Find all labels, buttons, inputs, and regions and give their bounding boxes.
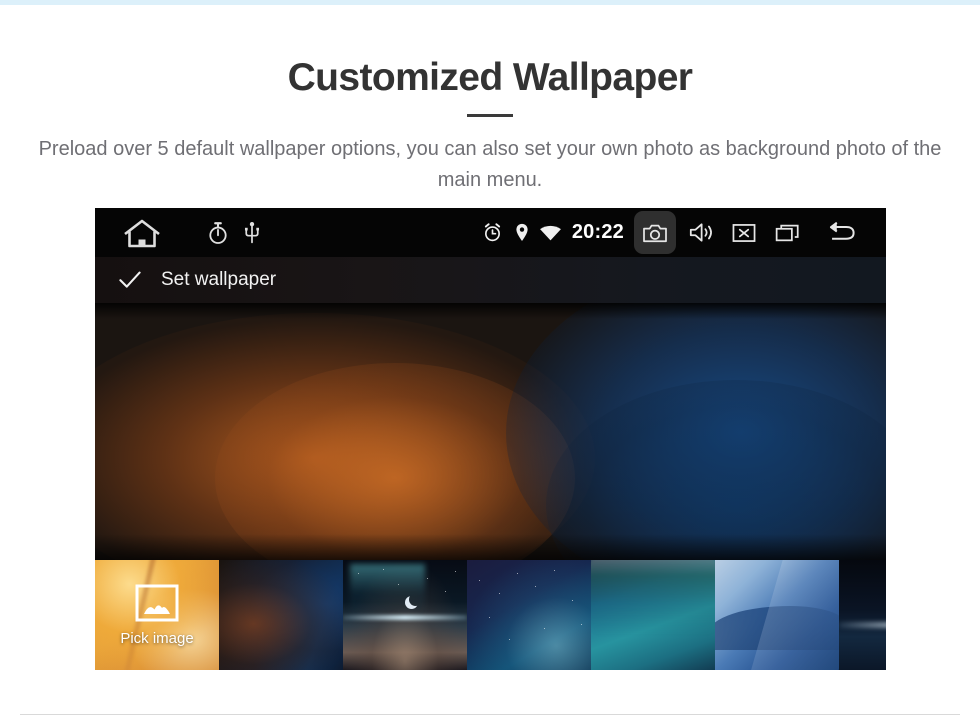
picture-icon bbox=[135, 584, 179, 622]
pick-image-tile[interactable]: Pick image bbox=[95, 560, 219, 670]
top-accent-bar bbox=[0, 0, 980, 5]
recents-icon[interactable] bbox=[766, 222, 810, 244]
wallpaper-thumb-3[interactable] bbox=[343, 560, 467, 670]
location-pin-icon bbox=[513, 222, 531, 243]
camera-icon[interactable] bbox=[634, 211, 676, 254]
wallpaper-thumb-5[interactable] bbox=[591, 560, 715, 670]
thumb-5-art bbox=[591, 560, 715, 670]
check-icon[interactable] bbox=[117, 267, 143, 293]
thumb-3-art bbox=[343, 560, 467, 670]
thumb-7-horizon bbox=[839, 621, 886, 628]
status-bar-right-group: 20:22 bbox=[481, 208, 886, 257]
set-wallpaper-label: Set wallpaper bbox=[161, 269, 277, 290]
thumb-3-stars bbox=[343, 560, 467, 670]
thumb-7-art bbox=[839, 560, 886, 670]
thumb-2-art bbox=[219, 560, 343, 670]
preview-bottom-shade bbox=[95, 534, 886, 560]
page-root: Customized Wallpaper Preload over 5 defa… bbox=[0, 0, 980, 726]
page-title: Customized Wallpaper bbox=[287, 56, 693, 99]
status-bar-clock: 20:22 bbox=[571, 221, 624, 243]
thumb-4-art bbox=[467, 560, 591, 670]
wallpaper-thumb-7[interactable] bbox=[839, 560, 886, 670]
set-wallpaper-action-bar[interactable]: Set wallpaper bbox=[95, 257, 886, 303]
preview-top-shade bbox=[95, 303, 886, 319]
volume-icon[interactable] bbox=[682, 221, 722, 244]
title-underline-rule bbox=[467, 114, 513, 117]
home-icon[interactable] bbox=[115, 217, 169, 249]
wallpaper-thumb-4[interactable] bbox=[467, 560, 591, 670]
thumb-4-stars bbox=[467, 560, 591, 670]
page-subtitle: Preload over 5 default wallpaper options… bbox=[38, 138, 942, 191]
usb-icon[interactable] bbox=[241, 221, 263, 245]
status-bar-left-group bbox=[95, 208, 263, 257]
pick-image-label: Pick image bbox=[120, 629, 194, 647]
wallpaper-thumb-2[interactable] bbox=[219, 560, 343, 670]
wallpaper-preview[interactable] bbox=[95, 303, 886, 560]
pick-image-content: Pick image bbox=[95, 560, 219, 670]
wallpaper-thumbnail-strip[interactable]: Pick image bbox=[95, 560, 886, 670]
back-icon[interactable] bbox=[810, 221, 870, 244]
thumb-6-art bbox=[715, 560, 839, 670]
alarm-icon bbox=[481, 222, 505, 243]
device-screenshot: 20:22 Set wallpaper Pick image bbox=[95, 208, 886, 670]
wifi-icon bbox=[539, 224, 563, 242]
timer-icon[interactable] bbox=[205, 221, 231, 245]
close-icon[interactable] bbox=[722, 222, 766, 244]
bottom-divider bbox=[20, 714, 960, 715]
thumb-5-wave bbox=[591, 560, 715, 654]
android-status-bar: 20:22 bbox=[95, 208, 886, 257]
wallpaper-thumb-6[interactable] bbox=[715, 560, 839, 670]
